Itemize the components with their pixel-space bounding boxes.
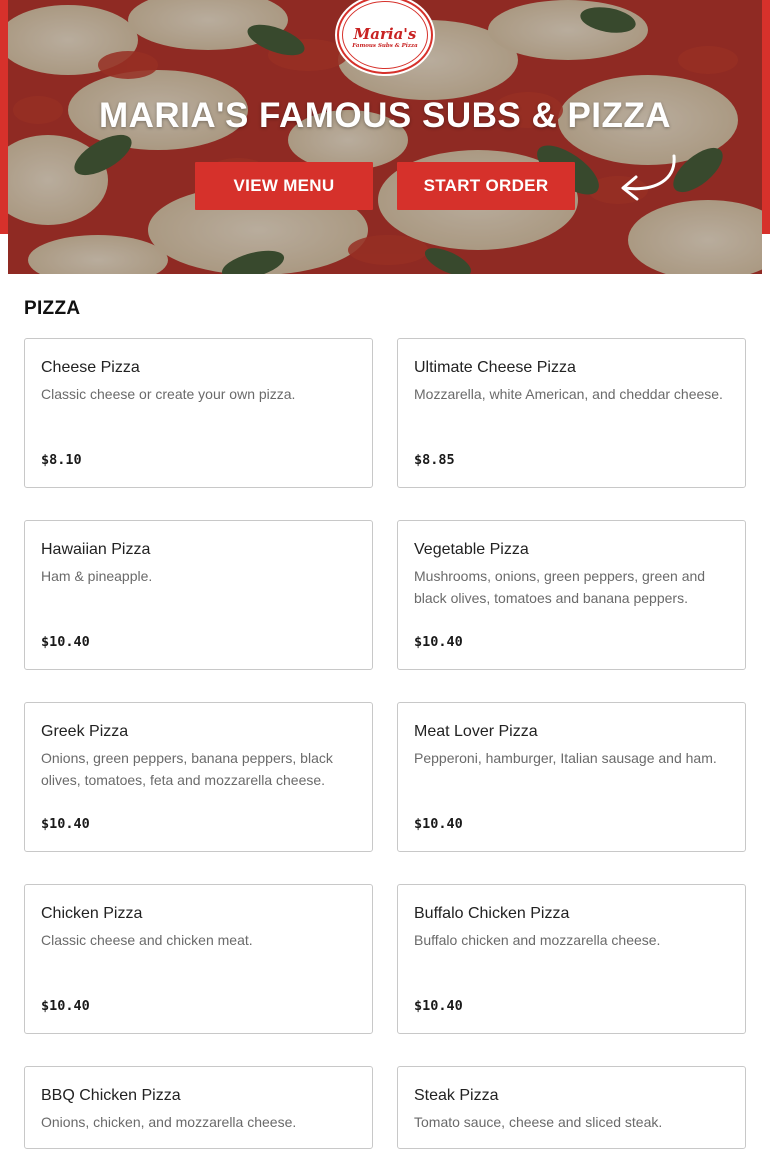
section-title-pizza: PIZZA (24, 298, 81, 319)
start-order-button[interactable]: START ORDER (397, 162, 575, 210)
menu-item-description: Mozzarella, white American, and cheddar … (414, 386, 723, 402)
menu-item-description: Tomato sauce, cheese and sliced steak. (414, 1114, 663, 1130)
menu-item-card[interactable]: Chicken Pizza Classic cheese and chicken… (24, 884, 373, 1034)
menu-item-description: Buffalo chicken and mozzarella cheese. (414, 932, 661, 948)
menu-item-price: $8.10 (41, 452, 82, 468)
menu-item-name: Ultimate Cheese Pizza (414, 359, 576, 376)
menu-item-price: $10.40 (41, 634, 90, 650)
menu-item-description: Classic cheese or create your own pizza. (41, 386, 296, 402)
view-menu-button[interactable]: VIEW MENU (195, 162, 373, 210)
menu-item-name: Hawaiian Pizza (41, 541, 151, 558)
hero-title: MARIA'S FAMOUS SUBS & PIZZA (98, 96, 672, 135)
menu-item-name: Chicken Pizza (41, 905, 143, 922)
menu-item-name: Buffalo Chicken Pizza (414, 905, 570, 922)
menu-item-description: Onions, chicken, and mozzarella cheese. (41, 1114, 297, 1130)
logo-ring (342, 1, 428, 69)
menu-item-name: Vegetable Pizza (414, 541, 529, 558)
menu-item-price: $10.40 (41, 816, 90, 832)
menu-item-description: Pepperoni, hamburger, Italian sausage an… (414, 750, 717, 766)
menu-item-price: $10.40 (41, 998, 90, 1014)
menu-item-description: Mushrooms, onions, green peppers, green … (414, 568, 706, 606)
menu-item-card[interactable]: Ultimate Cheese Pizza Mozzarella, white … (397, 338, 746, 488)
menu-item-name: Steak Pizza (414, 1087, 499, 1104)
menu-item-description: Ham & pineapple. (41, 568, 153, 584)
menu-item-card[interactable]: Buffalo Chicken Pizza Buffalo chicken an… (397, 884, 746, 1034)
menu-item-name: Greek Pizza (41, 723, 129, 740)
menu-item-card[interactable]: Greek Pizza Onions, green peppers, banan… (24, 702, 373, 852)
menu-item-description: Classic cheese and chicken meat. (41, 932, 253, 948)
menu-item-card[interactable]: Vegetable Pizza Mushrooms, onions, green… (397, 520, 746, 670)
menu-item-name: BBQ Chicken Pizza (41, 1087, 181, 1104)
menu-item-description: Onions, green peppers, banana peppers, b… (41, 750, 333, 788)
menu-item-price: $10.40 (414, 634, 463, 650)
menu-item-name: Cheese Pizza (41, 359, 140, 376)
menu-item-card[interactable]: Steak Pizza Tomato sauce, cheese and sli… (397, 1066, 746, 1149)
menu-item-card[interactable]: Meat Lover Pizza Pepperoni, hamburger, I… (397, 702, 746, 852)
menu-item-price: $10.40 (414, 998, 463, 1014)
menu-item-card[interactable]: Hawaiian Pizza Ham & pineapple. $10.40 (24, 520, 373, 670)
menu-item-price: $8.85 (414, 452, 455, 468)
hero-banner: Maria's Famous Subs & Pizza MARIA'S FAMO… (8, 0, 762, 274)
menu-item-name: Meat Lover Pizza (414, 723, 538, 740)
curved-arrow-icon (621, 154, 676, 201)
menu-item-card[interactable]: BBQ Chicken Pizza Onions, chicken, and m… (24, 1066, 373, 1149)
menu-item-price: $10.40 (414, 816, 463, 832)
menu-item-card[interactable]: Cheese Pizza Classic cheese or create yo… (24, 338, 373, 488)
